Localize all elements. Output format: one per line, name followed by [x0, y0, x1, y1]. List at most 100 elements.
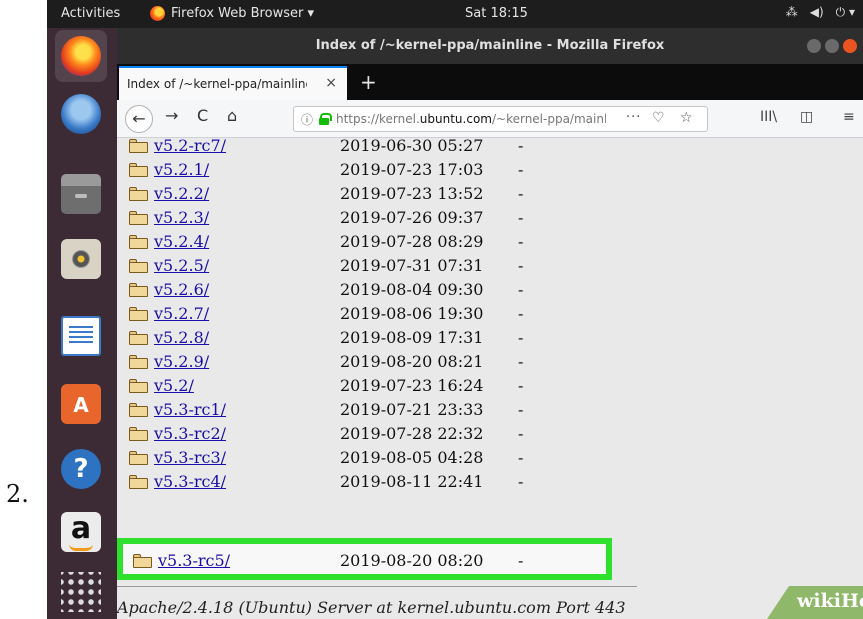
- folder-date: 2019-08-11 22:41: [340, 472, 484, 491]
- table-row: v5.2.2/2019-07-23 13:52 -: [117, 183, 863, 207]
- folder-size: -: [518, 280, 524, 299]
- table-row: v5.2-rc7/2019-06-30 05:27 -: [117, 135, 863, 159]
- table-row: v5.3-rc2/2019-07-28 22:32 -: [117, 423, 863, 447]
- library-icon[interactable]: III\: [760, 109, 777, 125]
- folder-date: 2019-06-30 05:27: [340, 136, 484, 155]
- folder-icon: [129, 475, 148, 489]
- server-signature: Apache/2.4.18 (Ubuntu) Server at kernel.…: [117, 598, 626, 617]
- folder-size: -: [518, 424, 524, 443]
- folder-link[interactable]: v5.2.2/: [154, 184, 209, 203]
- url-bar[interactable]: ⓘ https://kernel.ubuntu.com/~kernel-ppa/…: [293, 106, 708, 132]
- window-titlebar[interactable]: Index of /~kernel-ppa/mainline - Mozilla…: [117, 28, 863, 64]
- home-button[interactable]: ⌂: [227, 106, 237, 125]
- folder-link[interactable]: v5.2.7/: [154, 304, 209, 323]
- dock-firefox[interactable]: [55, 30, 107, 82]
- table-row: v5.2.3/2019-07-26 09:37 -: [117, 207, 863, 231]
- table-row: v5.2.1/2019-07-23 17:03 -: [117, 159, 863, 183]
- folder-icon: [133, 554, 152, 568]
- close-window-button[interactable]: [843, 39, 857, 53]
- highlighted-folder-link[interactable]: v5.3-rc5/: [158, 551, 230, 570]
- table-row: v5.3-rc3/2019-08-05 04:28 -: [117, 447, 863, 471]
- folder-link[interactable]: v5.2-rc7/: [154, 136, 226, 155]
- reload-button[interactable]: C: [197, 106, 208, 125]
- tab-active[interactable]: Index of /~kernel-ppa/mainline ×: [119, 66, 347, 100]
- thunderbird-icon: [61, 94, 101, 134]
- folder-link[interactable]: v5.3-rc2/: [154, 424, 226, 443]
- page-content: v5.2-rc7/2019-06-30 05:27- v5.2.1/2019-07…: [117, 135, 863, 619]
- sidebar-icon[interactable]: ◫: [800, 109, 813, 125]
- folder-link[interactable]: v5.2/: [154, 376, 194, 395]
- folder-date: 2019-07-31 07:31: [340, 256, 484, 275]
- folder-size: -: [518, 352, 524, 371]
- folder-size: -: [518, 472, 524, 491]
- folder-icon: [129, 403, 148, 417]
- folder-date: 2019-07-23 13:52: [340, 184, 484, 203]
- folder-link[interactable]: v5.2.3/: [154, 208, 209, 227]
- folder-date: 2019-08-06 19:30: [340, 304, 484, 323]
- folder-date: 2019-07-23 17:03: [340, 160, 484, 179]
- gnome-top-bar: Activities Firefox Web Browser ▾ Sat 18:…: [47, 0, 863, 28]
- files-icon: [61, 174, 101, 214]
- folder-icon: [129, 211, 148, 225]
- dock-software[interactable]: A: [55, 378, 107, 430]
- dock: A ? a: [47, 28, 117, 619]
- dock-show-apps[interactable]: [55, 566, 107, 618]
- highlighted-row: v5.3-rc5/ 2019-08-20 08:20 -: [117, 538, 612, 580]
- table-row: v5.2.6/2019-08-04 09:30 -: [117, 279, 863, 303]
- window-controls: [807, 39, 857, 53]
- footer-rule: [117, 586, 637, 587]
- folder-size: -: [518, 376, 524, 395]
- folder-icon: [129, 163, 148, 177]
- table-row: v5.2.4/2019-07-28 08:29 -: [117, 231, 863, 255]
- folder-icon: [129, 451, 148, 465]
- dock-writer[interactable]: [55, 310, 107, 362]
- page-actions-icon[interactable]: ···: [626, 110, 641, 125]
- info-icon[interactable]: ⓘ: [301, 111, 313, 128]
- dock-rhythmbox[interactable]: [55, 233, 107, 285]
- status-area[interactable]: ⁂ ◀) ⏻ ▾: [786, 5, 855, 20]
- table-row: v5.2.9/2019-08-20 08:21 -: [117, 351, 863, 375]
- dock-help[interactable]: ?: [55, 443, 107, 495]
- folder-link[interactable]: v5.2.1/: [154, 160, 209, 179]
- volume-icon: ◀): [809, 5, 824, 19]
- back-button[interactable]: ←: [125, 105, 153, 133]
- bookmark-star-icon[interactable]: ☆: [680, 110, 693, 126]
- dock-files[interactable]: [55, 168, 107, 220]
- url-domain: ubuntu.com: [419, 112, 492, 126]
- folder-date: 2019-07-23 16:24: [340, 376, 484, 395]
- folder-icon: [129, 355, 148, 369]
- folder-size: -: [518, 184, 524, 203]
- menu-icon[interactable]: ≡: [843, 109, 855, 125]
- folder-link[interactable]: v5.2.9/: [154, 352, 209, 371]
- folder-size: -: [518, 400, 524, 419]
- dock-thunderbird[interactable]: [55, 88, 107, 140]
- folder-icon: [129, 259, 148, 273]
- clock[interactable]: Sat 18:15: [465, 6, 528, 21]
- forward-button[interactable]: →: [165, 106, 178, 125]
- maximize-button[interactable]: [825, 39, 839, 53]
- table-row: v5.3-rc4/2019-08-11 22:41 -: [117, 471, 863, 495]
- folder-link[interactable]: v5.3-rc3/: [154, 448, 226, 467]
- table-row: v5.2.8/2019-08-09 17:31 -: [117, 327, 863, 351]
- folder-icon: [129, 139, 148, 153]
- folder-link[interactable]: v5.2.8/: [154, 328, 209, 347]
- folder-link[interactable]: v5.3-rc1/: [154, 400, 226, 419]
- new-tab-button[interactable]: +: [360, 70, 377, 94]
- folder-link[interactable]: v5.3-rc4/: [154, 472, 226, 491]
- table-row: v5.2.5/2019-07-31 07:31 -: [117, 255, 863, 279]
- table-row: v5.2/2019-07-23 16:24 -: [117, 375, 863, 399]
- minimize-button[interactable]: [807, 39, 821, 53]
- pocket-icon[interactable]: ♡: [652, 110, 665, 126]
- activities-button[interactable]: Activities: [61, 6, 120, 21]
- highlighted-folder-size: -: [518, 551, 524, 570]
- dock-amazon[interactable]: a: [55, 506, 107, 558]
- highlighted-folder-date: 2019-08-20 08:20: [340, 551, 484, 570]
- app-menu[interactable]: Firefox Web Browser ▾: [150, 6, 314, 21]
- tab-close-icon[interactable]: ×: [325, 75, 337, 91]
- folder-link[interactable]: v5.2.5/: [154, 256, 209, 275]
- folder-size: -: [518, 328, 524, 347]
- folder-link[interactable]: v5.2.4/: [154, 232, 209, 251]
- folder-size: -: [518, 256, 524, 275]
- folder-link[interactable]: v5.2.6/: [154, 280, 209, 299]
- folder-size: -: [518, 304, 524, 323]
